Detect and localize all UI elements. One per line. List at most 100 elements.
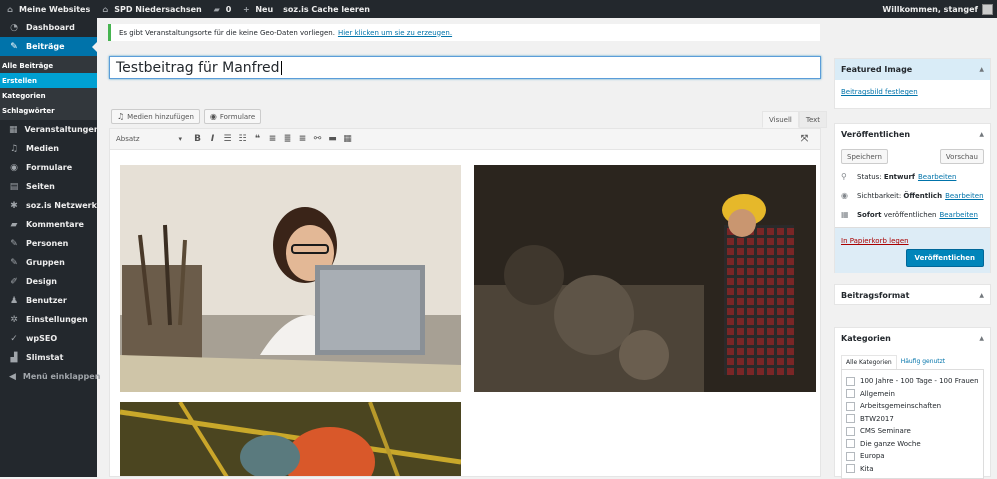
edit-visibility-link[interactable]: Bearbeiten <box>945 192 983 200</box>
publish-header[interactable]: Veröffentlichen ▲ <box>835 124 990 145</box>
category-label: Arbeitsgemeinschaften <box>860 402 942 411</box>
toggle-arrow-icon[interactable]: ▲ <box>979 335 984 342</box>
sidebar-item-posts[interactable]: ✎ Beiträge <box>0 37 97 56</box>
submenu-categories[interactable]: Kategorien <box>0 88 97 103</box>
forms-icon: ◉ <box>209 112 217 121</box>
sidebar-collapse[interactable]: ◀ Menü einklappen <box>0 367 100 386</box>
add-media-label: Medien hinzufügen <box>127 112 194 121</box>
sidebar-item-network[interactable]: ✱ soz.is Netzwerk <box>0 196 97 215</box>
sidebar-item-users[interactable]: ♟ Benutzer <box>0 291 97 310</box>
sidebar-item-people[interactable]: ✎ Personen <box>0 234 97 253</box>
category-checkbox[interactable] <box>846 439 855 449</box>
pin-icon: ⚲ <box>841 172 847 181</box>
category-checkbox[interactable] <box>846 401 855 411</box>
category-item[interactable]: Europa <box>846 450 979 463</box>
blockquote-icon[interactable]: ❝ <box>250 134 265 144</box>
media-buttons: ♫ Medien hinzufügen ◉ Formulare <box>111 109 262 124</box>
sidebar-item-comments[interactable]: ▰ Kommentare <box>0 215 97 234</box>
submenu-all-posts[interactable]: Alle Beiträge <box>0 58 97 73</box>
sidebar-item-events[interactable]: ▦ Veranstaltungen <box>0 120 100 139</box>
new-content-menu[interactable]: + Neu <box>236 0 278 18</box>
sidebar-item-slimstat[interactable]: ▟ Slimstat <box>0 348 97 367</box>
add-media-button[interactable]: ♫ Medien hinzufügen <box>111 109 200 124</box>
category-item[interactable]: BTW2017 <box>846 413 979 426</box>
notice-link[interactable]: Hier klicken um sie zu erzeugen. <box>338 29 452 37</box>
tab-all-categories[interactable]: Alle Kategorien <box>841 355 897 369</box>
fullscreen-icon[interactable]: ⤧ <box>797 134 812 144</box>
my-sites-menu[interactable]: ⌂ Meine Websites <box>0 0 95 18</box>
image-woman-laptop[interactable] <box>120 165 461 392</box>
sidebar-item-label: wpSEO <box>26 334 58 343</box>
submenu-tags[interactable]: Schlagwörter <box>0 103 97 118</box>
image-worker-helmet[interactable] <box>120 402 461 476</box>
post-title-value: Testbeitrag für Manfred <box>116 59 280 76</box>
tab-visual[interactable]: Visuell <box>762 111 799 128</box>
category-item[interactable]: Die ganze Woche <box>846 438 979 451</box>
tab-most-used[interactable]: Häufig genutzt <box>896 355 950 369</box>
category-item[interactable]: Kita <box>846 463 979 476</box>
publish-button[interactable]: Veröffentlichen <box>905 249 984 267</box>
image-worker-engine[interactable] <box>474 165 816 392</box>
forms-button[interactable]: ◉ Formulare <box>203 109 262 124</box>
post-format-header[interactable]: Beitragsformat ▲ <box>835 285 990 306</box>
align-left-icon[interactable]: ≡ <box>265 134 280 144</box>
category-item[interactable]: CMS Seminare <box>846 425 979 438</box>
sidebar-item-wpseo[interactable]: ✓ wpSEO <box>0 329 97 348</box>
category-item[interactable]: Allgemein <box>846 388 979 401</box>
italic-icon[interactable]: I <box>205 134 220 144</box>
tab-text[interactable]: Text <box>798 111 828 128</box>
link-icon[interactable]: ⚯ <box>310 134 325 144</box>
category-item[interactable]: 100 Jahre - 100 Tage - 100 Frauen <box>846 375 979 388</box>
category-checkbox[interactable] <box>846 389 855 399</box>
format-select[interactable]: Absatz ▾ <box>116 135 182 143</box>
sidebar-item-design[interactable]: ✐ Design <box>0 272 97 291</box>
category-checkbox[interactable] <box>846 414 855 424</box>
toggle-arrow-icon[interactable]: ▲ <box>979 131 984 138</box>
set-featured-image-link[interactable]: Beitragsbild festlegen <box>835 80 990 96</box>
sidebar-item-dashboard[interactable]: ◔ Dashboard <box>0 18 97 37</box>
category-label: Allgemein <box>860 389 895 398</box>
editor-content[interactable] <box>109 150 821 477</box>
comments-menu[interactable]: ▰ 0 <box>207 0 237 18</box>
sidebar-item-groups[interactable]: ✎ Gruppen <box>0 253 97 272</box>
bold-icon[interactable]: B <box>190 134 205 144</box>
sidebar-item-label: Slimstat <box>26 353 64 362</box>
sidebar-item-forms[interactable]: ◉ Formulare <box>0 158 97 177</box>
site-name-menu[interactable]: ⌂ SPD Niedersachsen <box>95 0 207 18</box>
featured-image-header[interactable]: Featured Image ▲ <box>835 59 990 80</box>
category-checkbox[interactable] <box>846 451 855 461</box>
category-checkbox[interactable] <box>846 376 855 386</box>
sidebar-item-pages[interactable]: ▤ Seiten <box>0 177 97 196</box>
admin-sidebar: ◔ Dashboard ✎ Beiträge Alle Beiträge Erste… <box>0 18 100 477</box>
visibility-value: Öffentlich <box>903 191 943 200</box>
edit-status-link[interactable]: Bearbeiten <box>918 173 956 181</box>
toolbar-toggle-icon[interactable]: ▦ <box>340 134 355 144</box>
welcome-text: Willkommen, stangef <box>882 4 978 14</box>
network-icon: ✱ <box>10 200 18 211</box>
toggle-arrow-icon[interactable]: ▲ <box>979 66 984 73</box>
move-to-trash-link[interactable]: In Papierkorb legen <box>841 237 909 245</box>
sidebar-item-settings[interactable]: ✲ Einstellungen <box>0 310 97 329</box>
category-checkbox[interactable] <box>846 426 855 436</box>
sidebar-item-label: Gruppen <box>26 258 65 267</box>
bullet-list-icon[interactable]: ☰ <box>220 134 235 144</box>
cache-clear-link[interactable]: soz.is Cache leeren <box>278 0 375 18</box>
my-sites-label: Meine Websites <box>19 4 91 14</box>
account-menu[interactable]: Willkommen, stangef <box>877 0 997 18</box>
align-right-icon[interactable]: ≡ <box>295 134 310 144</box>
category-item[interactable]: Arbeitsgemeinschaften <box>846 400 979 413</box>
read-more-icon[interactable]: ▬ <box>325 134 340 144</box>
category-checkbox[interactable] <box>846 464 855 474</box>
numbered-list-icon[interactable]: ☷ <box>235 134 250 144</box>
sidebar-item-media[interactable]: ♫ Medien <box>0 139 97 158</box>
toggle-arrow-icon[interactable]: ▲ <box>979 292 984 299</box>
submenu-create[interactable]: Erstellen <box>0 73 97 88</box>
align-center-icon[interactable]: ≣ <box>280 134 295 144</box>
post-title-input[interactable]: Testbeitrag für Manfred <box>109 56 821 79</box>
preview-button[interactable]: Vorschau <box>939 149 984 164</box>
categories-header[interactable]: Kategorien ▲ <box>835 328 990 349</box>
settings-icon: ✲ <box>10 314 18 325</box>
edit-schedule-link[interactable]: Bearbeiten <box>939 211 977 219</box>
save-draft-button[interactable]: Speichern <box>841 149 888 164</box>
category-label: CMS Seminare <box>860 427 911 436</box>
